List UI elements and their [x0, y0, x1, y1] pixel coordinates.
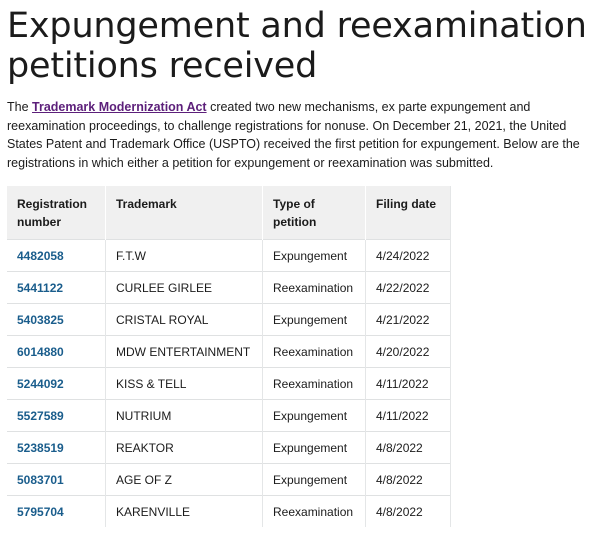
petition-type-cell: Reexamination: [262, 335, 366, 368]
petition-type-cell: Reexamination: [262, 271, 366, 304]
registration-number-link[interactable]: 5238519: [17, 441, 64, 455]
filing-date-cell: 4/11/2022: [365, 367, 451, 400]
table-row: 5795704 KARENVILLE Reexamination 4/8/202…: [7, 495, 451, 527]
petition-type-cell: Reexamination: [262, 367, 366, 400]
intro-paragraph: The Trademark Modernization Act created …: [7, 98, 595, 172]
trademark-cell: NUTRIUM: [105, 399, 263, 432]
trademark-cell: CURLEE GIRLEE: [105, 271, 263, 304]
registration-number-link[interactable]: 5083701: [17, 473, 64, 487]
petition-type-cell: Expungement: [262, 399, 366, 432]
trademark-cell: KARENVILLE: [105, 495, 263, 527]
registration-number-link[interactable]: 6014880: [17, 345, 64, 359]
column-header-filing-date: Filing date: [365, 186, 451, 240]
page-content: Expungement and reexamination petitions …: [7, 0, 597, 527]
registration-cell: 5441122: [7, 271, 106, 304]
registration-number-link[interactable]: 5403825: [17, 313, 64, 327]
registration-number-link[interactable]: 5244092: [17, 377, 64, 391]
registration-cell: 5244092: [7, 367, 106, 400]
column-header-trademark: Trademark: [105, 186, 263, 240]
registration-number-link[interactable]: 4482058: [17, 249, 64, 263]
table-row: 6014880 MDW ENTERTAINMENT Reexamination …: [7, 335, 451, 368]
table-row: 5238519 REAKTOR Expungement 4/8/2022: [7, 431, 451, 464]
registration-number-link[interactable]: 5527589: [17, 409, 64, 423]
petition-type-cell: Reexamination: [262, 495, 366, 527]
registration-cell: 5403825: [7, 303, 106, 336]
trademark-modernization-act-link[interactable]: Trademark Modernization Act: [32, 100, 207, 114]
table-row: 5244092 KISS & TELL Reexamination 4/11/2…: [7, 367, 451, 400]
table-header-row: Registration number Trademark Type of pe…: [7, 186, 451, 240]
filing-date-cell: 4/20/2022: [365, 335, 451, 368]
filing-date-cell: 4/8/2022: [365, 431, 451, 464]
filing-date-cell: 4/8/2022: [365, 495, 451, 527]
column-header-registration-number: Registration number: [7, 186, 106, 240]
table-row: 5527589 NUTRIUM Expungement 4/11/2022: [7, 399, 451, 432]
registration-cell: 5238519: [7, 431, 106, 464]
trademark-cell: REAKTOR: [105, 431, 263, 464]
table-row: 4482058 F.T.W Expungement 4/24/2022: [7, 239, 451, 272]
registration-cell: 5083701: [7, 463, 106, 496]
filing-date-cell: 4/8/2022: [365, 463, 451, 496]
registration-cell: 5795704: [7, 495, 106, 527]
table-row: 5083701 AGE OF Z Expungement 4/8/2022: [7, 463, 451, 496]
filing-date-cell: 4/21/2022: [365, 303, 451, 336]
petition-type-cell: Expungement: [262, 463, 366, 496]
registration-cell: 5527589: [7, 399, 106, 432]
petition-type-cell: Expungement: [262, 431, 366, 464]
trademark-cell: MDW ENTERTAINMENT: [105, 335, 263, 368]
intro-text-before-link: The: [7, 100, 33, 114]
registration-cell: 4482058: [7, 239, 106, 272]
petition-type-cell: Expungement: [262, 239, 366, 272]
trademark-cell: F.T.W: [105, 239, 263, 272]
filing-date-cell: 4/22/2022: [365, 271, 451, 304]
registration-number-link[interactable]: 5441122: [17, 281, 63, 295]
filing-date-cell: 4/11/2022: [365, 399, 451, 432]
table-row: 5441122 CURLEE GIRLEE Reexamination 4/22…: [7, 271, 451, 304]
trademark-cell: CRISTAL ROYAL: [105, 303, 263, 336]
page-title: Expungement and reexamination petitions …: [7, 6, 587, 86]
registration-number-link[interactable]: 5795704: [17, 505, 64, 519]
petition-type-cell: Expungement: [262, 303, 366, 336]
table-row: 5403825 CRISTAL ROYAL Expungement 4/21/2…: [7, 303, 451, 336]
registration-cell: 6014880: [7, 335, 106, 368]
trademark-cell: KISS & TELL: [105, 367, 263, 400]
column-header-type-of-petition: Type of petition: [262, 186, 366, 240]
trademark-cell: AGE OF Z: [105, 463, 263, 496]
petitions-table: Registration number Trademark Type of pe…: [7, 186, 451, 527]
filing-date-cell: 4/24/2022: [365, 239, 451, 272]
